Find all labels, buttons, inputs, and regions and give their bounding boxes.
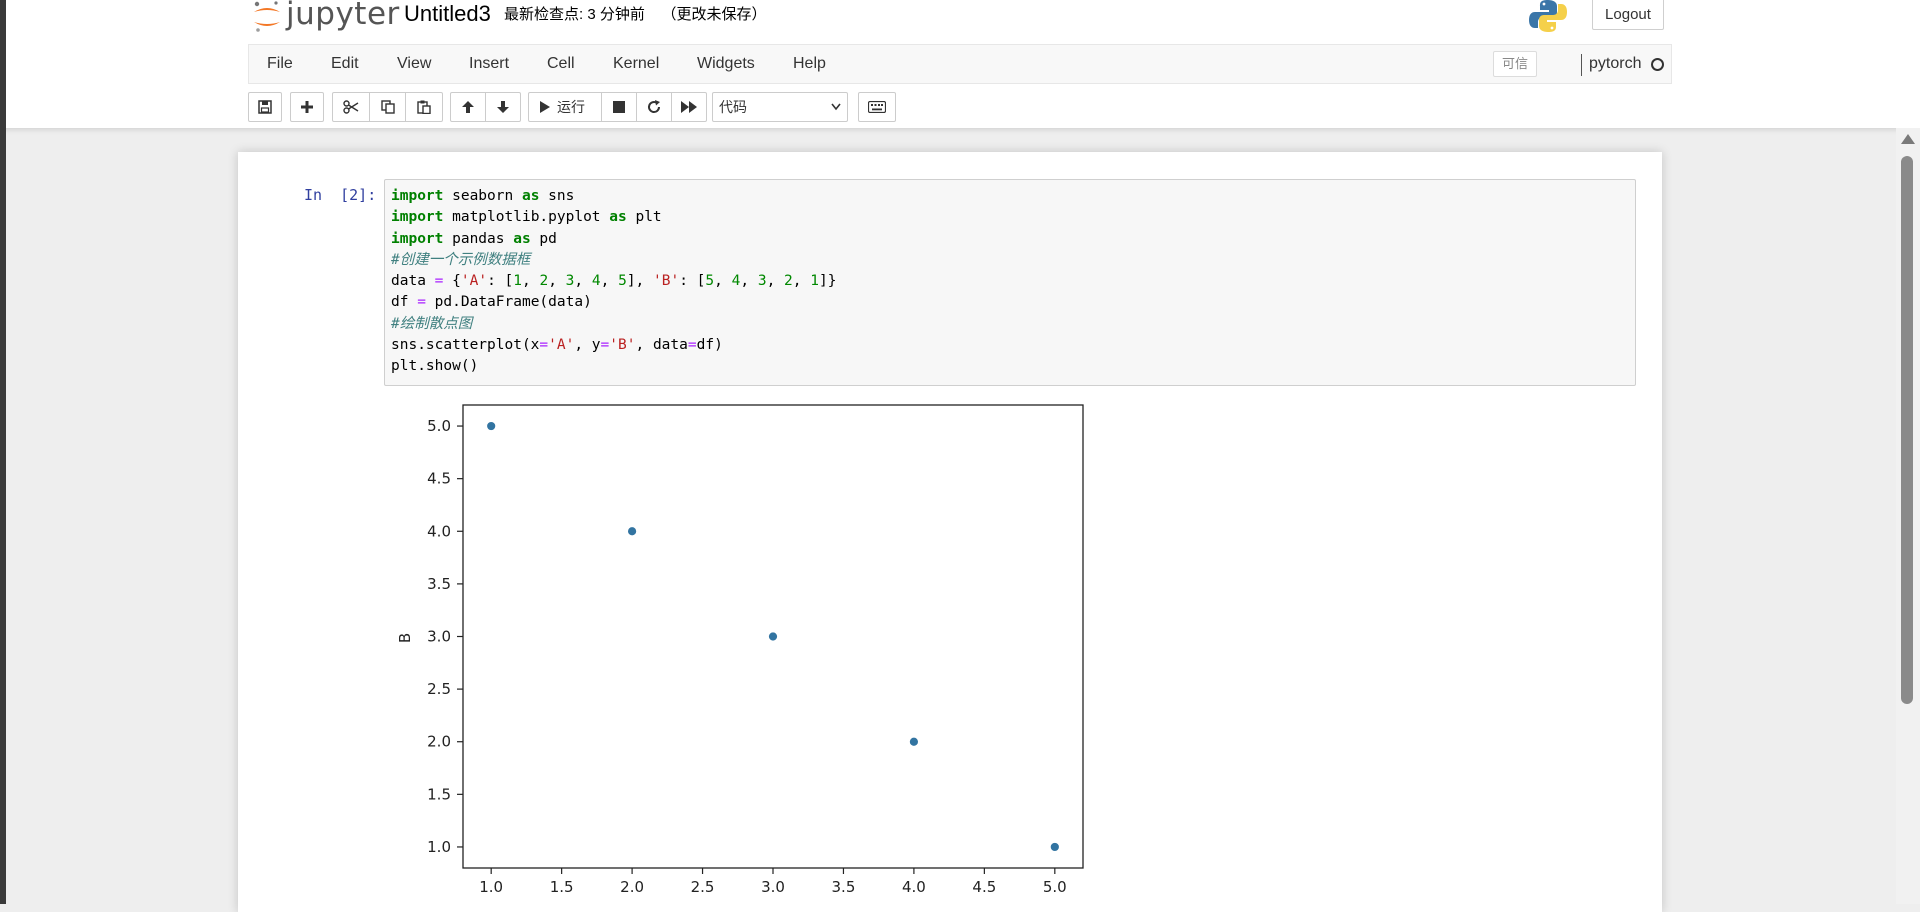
menu-widgets[interactable]: Widgets [697, 45, 755, 83]
save-button[interactable] [248, 92, 282, 122]
scatter-point [768, 631, 778, 642]
move-down-button[interactable] [485, 92, 521, 122]
move-up-button[interactable] [450, 92, 486, 122]
copy-button[interactable] [369, 92, 406, 122]
menu-cell[interactable]: Cell [547, 45, 575, 83]
code-line: import seaborn as sns [391, 188, 575, 204]
copy-icon [380, 100, 395, 114]
x-tick-label: 2.0 [620, 878, 644, 896]
cut-icon [343, 100, 359, 114]
y-tick-label: 4.5 [427, 470, 451, 488]
cut-button[interactable] [332, 92, 370, 122]
scatter-plot: 1.0 1.5 2.0 2.5 3.0 3.5 4.0 4.5 5.0 1.0 1.5 2.0 2.5 3… [396, 404, 1084, 896]
scroll-up-arrow-icon[interactable] [1901, 134, 1915, 144]
menu-view[interactable]: View [397, 45, 431, 83]
code-line: import pandas as pd [391, 230, 557, 247]
x-tick-label: 2.5 [691, 878, 715, 896]
window-edge [0, 0, 6, 904]
notebook-title[interactable]: Untitled3 [404, 0, 491, 28]
menu-kernel[interactable]: Kernel [613, 45, 659, 83]
x-tick-label: 1.0 [479, 878, 503, 896]
restart-icon [648, 100, 661, 113]
y-tick-label: 1.5 [427, 785, 451, 803]
python-logo-icon [1529, 0, 1567, 32]
insert-cell-button[interactable] [290, 92, 324, 122]
arrow-up-icon [462, 101, 474, 113]
x-tick-label: 4.5 [972, 878, 996, 896]
code-line: plt.show() [391, 358, 479, 375]
x-tick-label: 3.5 [832, 878, 856, 896]
kernel-idle-indicator-icon [1651, 58, 1664, 71]
code-line: data = {'A': [1, 2, 3, 4, 5], 'B': [5, 4… [391, 273, 837, 290]
y-tick-label: 3.0 [427, 628, 451, 646]
kernel-separator [1581, 54, 1582, 76]
stop-icon [613, 101, 625, 113]
toolbar: 运行 代码 [248, 92, 948, 122]
restart-run-all-button[interactable] [671, 92, 707, 122]
logout-button[interactable]: Logout [1592, 0, 1664, 30]
code-line: import matplotlib.pyplot as plt [391, 209, 662, 226]
code-line: sns.scatterplot(x='A', y='B', data=df) [391, 337, 723, 354]
trusted-badge[interactable]: 可信 [1493, 51, 1538, 77]
x-tick-label: 1.5 [550, 878, 574, 896]
command-palette-button[interactable] [858, 92, 896, 122]
cell-type-select[interactable]: 代码 [712, 92, 848, 122]
cell-prompt: In [2]: [304, 186, 377, 204]
menu-bar: File Edit View Insert Cell Kernel Widget… [248, 44, 1672, 84]
code-cell-input[interactable]: import seaborn as sns import matplotlib.… [384, 179, 1636, 386]
y-tick-label: 2.5 [427, 680, 451, 698]
scrollbar-thumb[interactable] [1901, 156, 1913, 704]
y-tick-label: 5.0 [427, 417, 451, 435]
x-tick-label: 5.0 [1043, 878, 1067, 896]
scatter-point [1049, 842, 1060, 852]
x-tick-label: 3.0 [761, 878, 785, 896]
kernel-name[interactable]: pytorch [1589, 45, 1641, 83]
jupyter-logo[interactable]: jupyter [252, 0, 400, 34]
run-button-label: 运行 [557, 99, 585, 115]
plus-icon [301, 101, 313, 113]
y-axis-label: B [396, 633, 414, 643]
cell-type-value: 代码 [719, 99, 747, 115]
keyboard-icon [868, 101, 886, 113]
code-line: #创建一个示例数据框 [391, 251, 531, 268]
menu-edit[interactable]: Edit [331, 45, 359, 83]
y-tick-label: 2.0 [427, 733, 451, 751]
paste-icon [417, 100, 431, 114]
y-tick-label: 3.5 [427, 575, 451, 593]
scatter-point [486, 421, 497, 431]
run-button[interactable]: 运行 [528, 92, 602, 122]
paste-button[interactable] [405, 92, 443, 122]
menu-help[interactable]: Help [793, 45, 826, 83]
scatter-plot-output: 1.0 1.5 2.0 2.5 3.0 3.5 4.0 4.5 5.0 1.0 1.5 2.0 2.5 3… [396, 398, 1096, 904]
code-line: df = pd.DataFrame(data) [391, 294, 592, 311]
menu-file[interactable]: File [267, 45, 293, 83]
play-icon [540, 101, 550, 113]
scatter-point [909, 736, 919, 747]
jupyter-logo-icon [254, 1, 280, 32]
arrow-down-icon [497, 101, 509, 113]
save-icon [258, 100, 272, 114]
code-line: #绘制散点图 [391, 315, 473, 332]
scatter-point [627, 526, 637, 537]
y-tick-label: 1.0 [427, 838, 451, 856]
chevron-down-icon [831, 103, 841, 111]
x-tick-label: 4.0 [902, 878, 926, 896]
interrupt-button[interactable] [601, 92, 637, 122]
checkpoint-status: 最新检查点: 3 分钟前 （更改未保存） [504, 6, 767, 23]
y-tick-label: 4.0 [427, 522, 451, 540]
menu-insert[interactable]: Insert [469, 45, 509, 83]
restart-button[interactable] [636, 92, 672, 122]
jupyter-wordmark: jupyter [286, 0, 400, 32]
fast-forward-icon [681, 101, 697, 113]
